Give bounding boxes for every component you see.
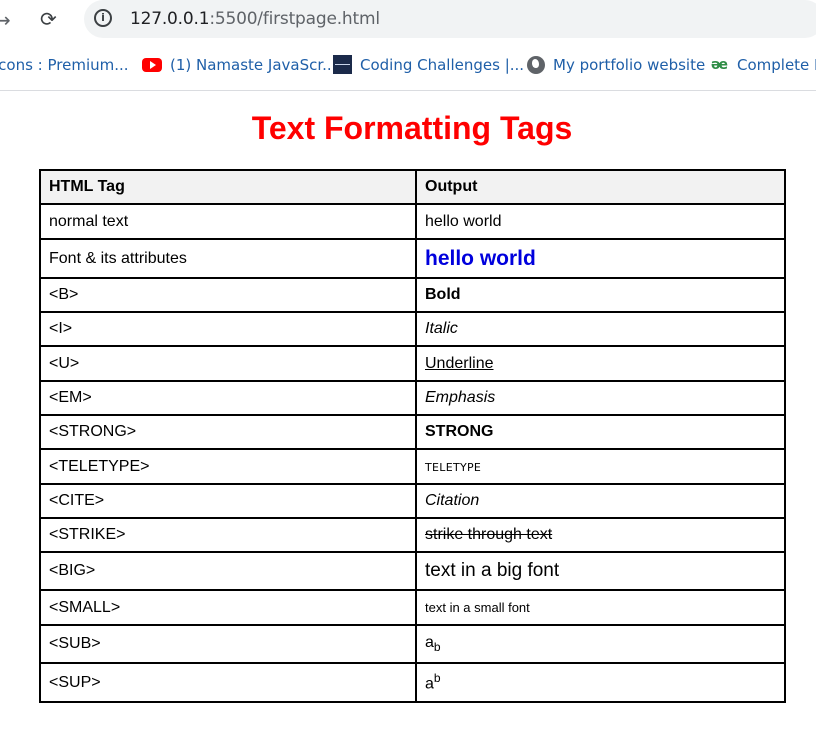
output-strong: STRONG xyxy=(425,423,494,440)
table-row: <TELETYPE> teletype xyxy=(39,448,786,485)
output-cell: text in a small font xyxy=(415,589,786,626)
output-sup-base: a xyxy=(425,675,434,693)
bookmarks-bar: icons : Premium... (1) Namaste JavaScr..… xyxy=(0,40,816,91)
output-cell: teletype xyxy=(415,448,786,485)
tag-cell: <EM> xyxy=(39,380,417,416)
output-sub-base: a xyxy=(425,633,434,651)
table-row: <SMALL> text in a small font xyxy=(39,589,786,626)
table-header-row: HTML Tag Output xyxy=(39,169,786,205)
table-row: <STRIKE> strike through text xyxy=(39,517,786,553)
column-header-tag: HTML Tag xyxy=(39,169,417,205)
url-path: :5500/firstpage.html xyxy=(209,9,380,29)
output-underline: Underline xyxy=(425,354,494,372)
output-small: text in a small font xyxy=(425,599,530,615)
formatting-table: HTML Tag Output normal text hello world … xyxy=(39,169,786,703)
output-cell: hello world xyxy=(415,203,786,240)
output-cell: strike through text xyxy=(415,517,786,553)
tag-cell: <STRIKE> xyxy=(39,517,417,553)
bookmark-label: icons : Premium... xyxy=(0,55,129,74)
youtube-icon xyxy=(142,57,162,72)
output-bold: Bold xyxy=(425,286,461,303)
forward-arrow-icon[interactable]: → xyxy=(0,8,11,32)
tag-cell: <SMALL> xyxy=(39,589,417,626)
globe-icon xyxy=(527,55,545,74)
tag-cell: <I> xyxy=(39,311,417,347)
bookmark-coding-challenges[interactable]: Coding Challenges |... xyxy=(333,55,524,75)
table-row: Font & its attributes hello world xyxy=(39,238,786,279)
geeksforgeeks-icon: əе xyxy=(711,56,728,73)
output-cell: Citation xyxy=(415,483,786,519)
bookmark-label: Coding Challenges |... xyxy=(360,55,525,74)
bookmark-label: (1) Namaste JavaScr... xyxy=(170,55,337,74)
output-cell: Italic xyxy=(415,311,786,347)
output-cell: ab xyxy=(415,662,786,703)
coding-challenges-icon xyxy=(333,55,352,74)
table-row: <BIG> text in a big font xyxy=(39,551,786,591)
table-row: <B> Bold xyxy=(39,277,786,313)
tag-cell: <BIG> xyxy=(39,551,417,591)
tag-cell: <SUB> xyxy=(39,624,417,664)
output-cell: Underline xyxy=(415,345,786,382)
table-row: <SUP> ab xyxy=(39,662,786,703)
tag-cell: <SUP> xyxy=(39,662,417,703)
output-superscript: b xyxy=(433,671,441,686)
output-subscript: b xyxy=(433,640,441,655)
output-normal: hello world xyxy=(425,212,502,230)
output-cell: text in a big font xyxy=(415,551,786,591)
tag-cell: <TELETYPE> xyxy=(39,448,417,485)
output-big: text in a big font xyxy=(425,560,560,581)
url-text[interactable]: 127.0.0.1:5500/firstpage.html xyxy=(130,9,380,29)
output-italic: Italic xyxy=(425,320,458,337)
tag-cell: <STRONG> xyxy=(39,414,417,450)
table-row: <SUB> ab xyxy=(39,624,786,664)
tag-cell: <B> xyxy=(39,277,417,313)
bookmark-label: Complete R xyxy=(737,55,816,74)
table-row: <EM> Emphasis xyxy=(39,380,786,416)
url-host: 127.0.0.1 xyxy=(130,9,210,29)
bookmark-portfolio[interactable]: My portfolio website xyxy=(527,55,705,75)
output-cell: hello world xyxy=(415,238,786,279)
output-cell: Bold xyxy=(415,277,786,313)
site-info-icon[interactable]: i xyxy=(94,9,112,27)
table-row: normal text hello world xyxy=(39,203,786,240)
output-cell: STRONG xyxy=(415,414,786,450)
output-teletype: teletype xyxy=(425,460,482,474)
tag-cell: normal text xyxy=(39,203,417,240)
tag-cell: <CITE> xyxy=(39,483,417,519)
output-strike: strike through text xyxy=(425,526,553,543)
output-cite: Citation xyxy=(425,492,480,509)
table-row: <I> Italic xyxy=(39,311,786,347)
browser-toolbar: → ⟳ i 127.0.0.1:5500/firstpage.html xyxy=(0,0,816,40)
output-cell: ab xyxy=(415,624,786,664)
tag-cell: Font & its attributes xyxy=(39,238,417,279)
output-cell: Emphasis xyxy=(415,380,786,416)
bookmark-namaste-javascript[interactable]: (1) Namaste JavaScr... xyxy=(142,55,336,75)
bookmark-icons-premium[interactable]: icons : Premium... xyxy=(0,55,129,75)
page-title: Text Formatting Tags xyxy=(251,110,573,146)
tag-cell: <U> xyxy=(39,345,417,382)
bookmark-complete[interactable]: əе Complete R xyxy=(711,55,816,75)
column-header-output: Output xyxy=(415,169,786,205)
reload-icon[interactable]: ⟳ xyxy=(40,7,57,31)
table-row: <STRONG> STRONG xyxy=(39,414,786,450)
table-row: <U> Underline xyxy=(39,345,786,382)
table-row: <CITE> Citation xyxy=(39,483,786,519)
output-emphasis: Emphasis xyxy=(425,389,496,406)
bookmark-label: My portfolio website xyxy=(553,55,706,74)
output-font: hello world xyxy=(425,246,536,270)
